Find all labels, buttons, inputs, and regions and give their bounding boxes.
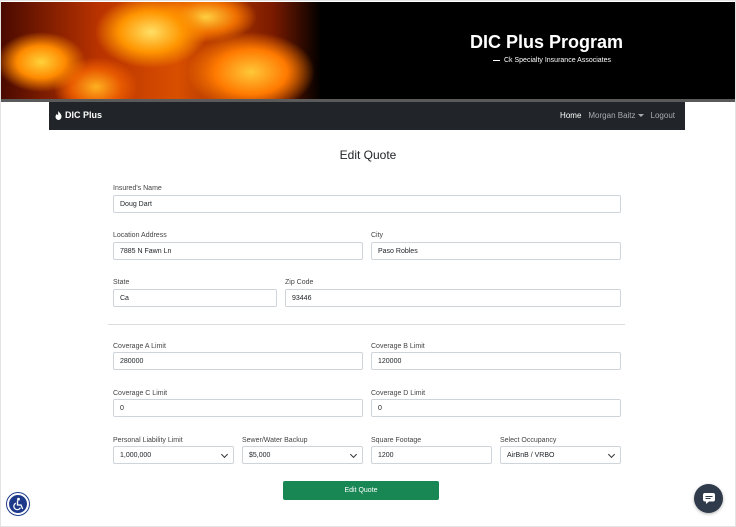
chat-button[interactable] [694, 484, 723, 513]
sewer-backup-label: Sewer/Water Backup [242, 437, 308, 444]
state-input[interactable]: Ca [113, 289, 277, 307]
fire-image [1, 2, 321, 99]
coverage-c-label: Coverage C Limit [113, 390, 168, 397]
brand-link[interactable]: DIC Plus [55, 110, 102, 120]
fire-icon [55, 110, 62, 120]
coverage-a-label: Coverage A Limit [113, 343, 166, 350]
navbar: DIC Plus Home Morgan Baitz Logout [49, 102, 685, 130]
caret-down-icon [637, 114, 644, 118]
banner-title: DIC Plus Program [470, 32, 624, 52]
section-divider [108, 324, 625, 325]
occupancy-label: Select Occupancy [500, 437, 557, 444]
edit-quote-button[interactable]: Edit Quote [283, 481, 439, 500]
city-input[interactable]: Paso Robles [371, 242, 621, 260]
occupancy-select[interactable]: AirBnB / VRBO [500, 446, 621, 464]
banner-subtitle-text: Ck Specialty Insurance Associates [504, 57, 611, 64]
square-footage-input[interactable]: 1200 [371, 446, 492, 464]
zip-label: Zip Code [285, 279, 314, 286]
nav-user-dropdown[interactable]: Morgan Baitz [588, 111, 644, 120]
accessibility-icon [13, 497, 24, 511]
location-address-input[interactable]: 7885 N Fawn Ln [113, 242, 363, 260]
personal-liability-value: 1,000,000 [120, 451, 152, 459]
coverage-d-label: Coverage D Limit [371, 390, 426, 397]
coverage-b-input[interactable]: 120000 [371, 352, 621, 370]
insured-name-input[interactable]: Doug Dart [113, 195, 621, 213]
coverage-d-input[interactable]: 0 [371, 399, 621, 417]
chevron-down-icon [349, 450, 358, 459]
square-footage-label: Square Footage [371, 437, 422, 444]
accessibility-button[interactable] [7, 493, 29, 515]
page-title: Edit Quote [339, 148, 397, 162]
chevron-down-icon [607, 450, 616, 459]
insured-name-label: Insured's Name [113, 185, 162, 192]
personal-liability-select[interactable]: 1,000,000 [113, 446, 234, 464]
state-label: State [113, 279, 130, 286]
coverage-c-input[interactable]: 0 [113, 399, 363, 417]
occupancy-value: AirBnB / VRBO [507, 451, 555, 459]
zip-input[interactable]: 93446 [285, 289, 621, 307]
sewer-backup-value: $5,000 [249, 451, 271, 459]
chevron-down-icon [220, 450, 229, 459]
nav-logout[interactable]: Logout [651, 111, 675, 120]
header-banner: DIC Plus Program Ck Specialty Insurance … [1, 2, 735, 99]
nav-home[interactable]: Home [560, 111, 581, 120]
nav-user-label: Morgan Baitz [588, 111, 636, 120]
location-address-label: Location Address [113, 232, 167, 239]
banner-subtitle: Ck Specialty Insurance Associates [493, 57, 611, 64]
sewer-backup-select[interactable]: $5,000 [242, 446, 363, 464]
brand-label: DIC Plus [65, 110, 103, 120]
city-label: City [371, 232, 384, 239]
personal-liability-label: Personal Liability Limit [113, 437, 183, 444]
chat-icon [702, 493, 715, 504]
coverage-b-label: Coverage B Limit [371, 343, 425, 350]
coverage-a-input[interactable]: 280000 [113, 352, 363, 370]
